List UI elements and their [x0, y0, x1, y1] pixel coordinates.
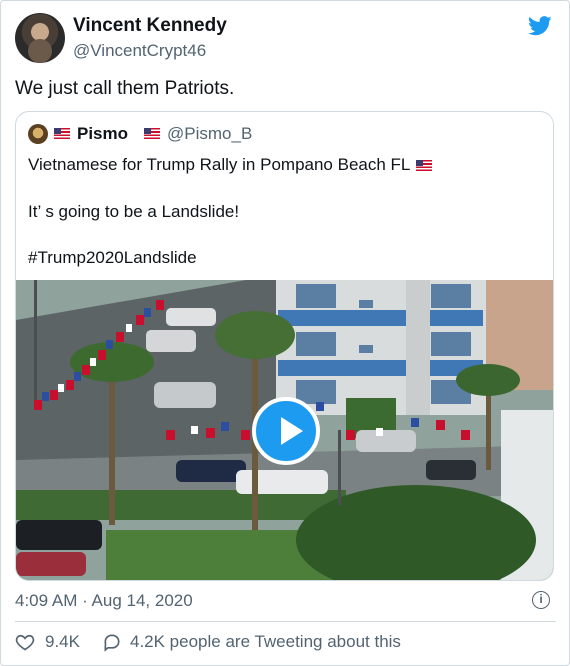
- tweet-timestamp[interactable]: 4:09 AM · Aug 14, 2020: [15, 591, 193, 611]
- quoted-avatar[interactable]: [28, 124, 48, 144]
- conversation-text[interactable]: 4.2K people are Tweeting about this: [130, 632, 401, 652]
- heart-icon[interactable]: [15, 632, 35, 652]
- engagement-bar: 9.4K 4.2K people are Tweeting about this: [15, 629, 401, 655]
- play-button-icon[interactable]: [252, 397, 320, 465]
- author-name[interactable]: Vincent Kennedy: [73, 15, 227, 37]
- author-avatar[interactable]: [15, 13, 65, 63]
- quoted-hashtag[interactable]: #Trump2020Landslide: [28, 248, 197, 268]
- divider: [15, 621, 556, 622]
- us-flag-icon: [144, 128, 160, 139]
- twitter-bird-icon[interactable]: [528, 16, 552, 36]
- quoted-author-handle[interactable]: @Pismo_B: [167, 124, 252, 144]
- tweet-card: Vincent Kennedy @VincentCrypt46 We just …: [0, 0, 570, 666]
- likes-count[interactable]: 9.4K: [45, 632, 80, 652]
- quoted-text-line-2: It’ s going to be a Landslide!: [28, 202, 240, 221]
- video-thumbnail[interactable]: [16, 280, 553, 580]
- quoted-author-name[interactable]: Pismo: [77, 124, 128, 144]
- tweet-text: We just call them Patriots.: [15, 78, 235, 99]
- quoted-tweet[interactable]: Pismo @Pismo_B Vietnamese for Trump Rall…: [15, 111, 554, 581]
- author-handle[interactable]: @VincentCrypt46: [73, 41, 206, 61]
- reply-bubble-icon[interactable]: [102, 632, 122, 652]
- us-flag-icon: [54, 128, 70, 139]
- quoted-text-line-1: Vietnamese for Trump Rally in Pompano Be…: [28, 155, 411, 174]
- quoted-text-line: Vietnamese for Trump Rally in Pompano Be…: [28, 155, 433, 175]
- info-icon[interactable]: i: [532, 591, 550, 609]
- us-flag-icon: [416, 160, 433, 172]
